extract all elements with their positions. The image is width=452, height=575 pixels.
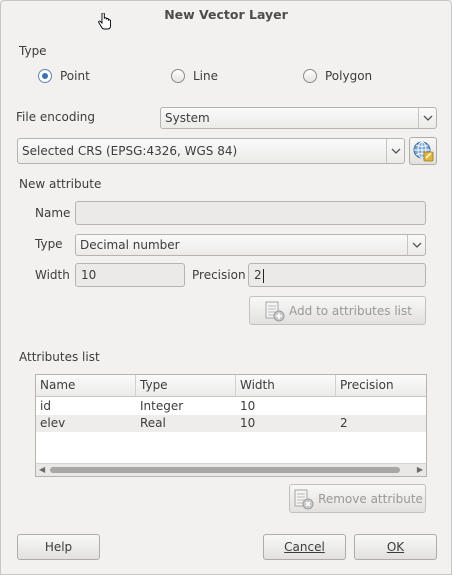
column-header-width[interactable]: Width xyxy=(236,375,336,397)
new-vector-layer-dialog: New Vector Layer Type Point Line Polygon… xyxy=(0,0,452,575)
file-encoding-select[interactable]: System xyxy=(160,107,437,129)
precision-value: 2 xyxy=(254,268,262,282)
ok-label: OK xyxy=(386,540,405,554)
hand-cursor-icon xyxy=(98,13,111,30)
text-caret xyxy=(262,268,264,283)
cancel-label: Cancel xyxy=(284,540,325,554)
polygon-radio[interactable] xyxy=(303,69,317,83)
add-to-attributes-label: Add to attributes list xyxy=(289,303,412,318)
scroll-left-icon[interactable]: ◀ xyxy=(39,465,45,474)
column-header-type[interactable]: Type xyxy=(136,375,236,397)
select-crs-button[interactable] xyxy=(409,137,437,165)
help-button[interactable]: Help xyxy=(17,534,100,560)
width-input[interactable]: 10 xyxy=(75,263,185,287)
table-header: Name Type Width Precision xyxy=(36,375,426,397)
cell-type: Real xyxy=(140,416,166,430)
add-attribute-icon xyxy=(265,301,285,321)
add-to-attributes-button[interactable]: Add to attributes list xyxy=(249,296,426,325)
chevron-down-icon[interactable] xyxy=(386,139,404,163)
type-group-label: Type xyxy=(19,44,47,58)
cancel-button[interactable]: Cancel xyxy=(263,534,346,560)
new-attribute-label: New attribute xyxy=(19,177,102,191)
column-header-precision[interactable]: Precision xyxy=(336,375,426,397)
globe-icon xyxy=(413,141,434,162)
crs-value: Selected CRS (EPSG:4326, WGS 84) xyxy=(22,144,238,158)
point-radio-label[interactable]: Point xyxy=(60,69,90,83)
remove-attribute-button[interactable]: Remove attribute xyxy=(289,484,426,513)
cell-type: Integer xyxy=(140,399,184,413)
remove-attribute-label: Remove attribute xyxy=(318,491,423,506)
column-header-name[interactable]: Name xyxy=(36,375,136,397)
window-title: New Vector Layer xyxy=(164,7,288,22)
cell-width: 10 xyxy=(240,416,256,430)
remove-attribute-icon xyxy=(294,489,314,509)
line-radio[interactable] xyxy=(171,69,185,83)
attributes-list-label: Attributes list xyxy=(19,350,100,364)
table-row[interactable]: elev Real 10 2 xyxy=(36,415,426,432)
name-label: Name xyxy=(35,206,71,220)
scrollbar-thumb[interactable] xyxy=(50,467,400,473)
cell-name: elev xyxy=(40,416,66,430)
attribute-type-label: Type xyxy=(35,237,63,251)
table-row[interactable]: id Integer 10 xyxy=(36,398,426,415)
point-radio[interactable] xyxy=(38,69,52,83)
polygon-radio-label[interactable]: Polygon xyxy=(325,69,372,83)
cell-name: id xyxy=(40,399,51,413)
precision-label: Precision xyxy=(192,268,246,282)
cell-width: 10 xyxy=(240,399,256,413)
precision-input[interactable]: 2 xyxy=(248,263,426,287)
chevron-down-icon[interactable] xyxy=(407,235,425,255)
scroll-right-icon[interactable]: ▶ xyxy=(417,465,423,474)
crs-select[interactable]: Selected CRS (EPSG:4326, WGS 84) xyxy=(17,138,405,164)
cell-precision: 2 xyxy=(340,416,348,430)
attributes-table[interactable]: Name Type Width Precision id Integer 10 … xyxy=(35,374,427,477)
horizontal-scrollbar[interactable]: ◀ ▶ xyxy=(36,463,426,476)
file-encoding-label: File encoding xyxy=(16,110,95,124)
ok-button[interactable]: OK xyxy=(354,534,437,560)
file-encoding-value: System xyxy=(165,111,210,125)
attribute-type-select[interactable]: Decimal number xyxy=(75,234,426,256)
line-radio-label[interactable]: Line xyxy=(193,69,218,83)
name-input[interactable] xyxy=(75,201,426,225)
attribute-type-value: Decimal number xyxy=(80,238,180,252)
width-label: Width xyxy=(35,268,70,282)
chevron-down-icon[interactable] xyxy=(418,108,436,128)
